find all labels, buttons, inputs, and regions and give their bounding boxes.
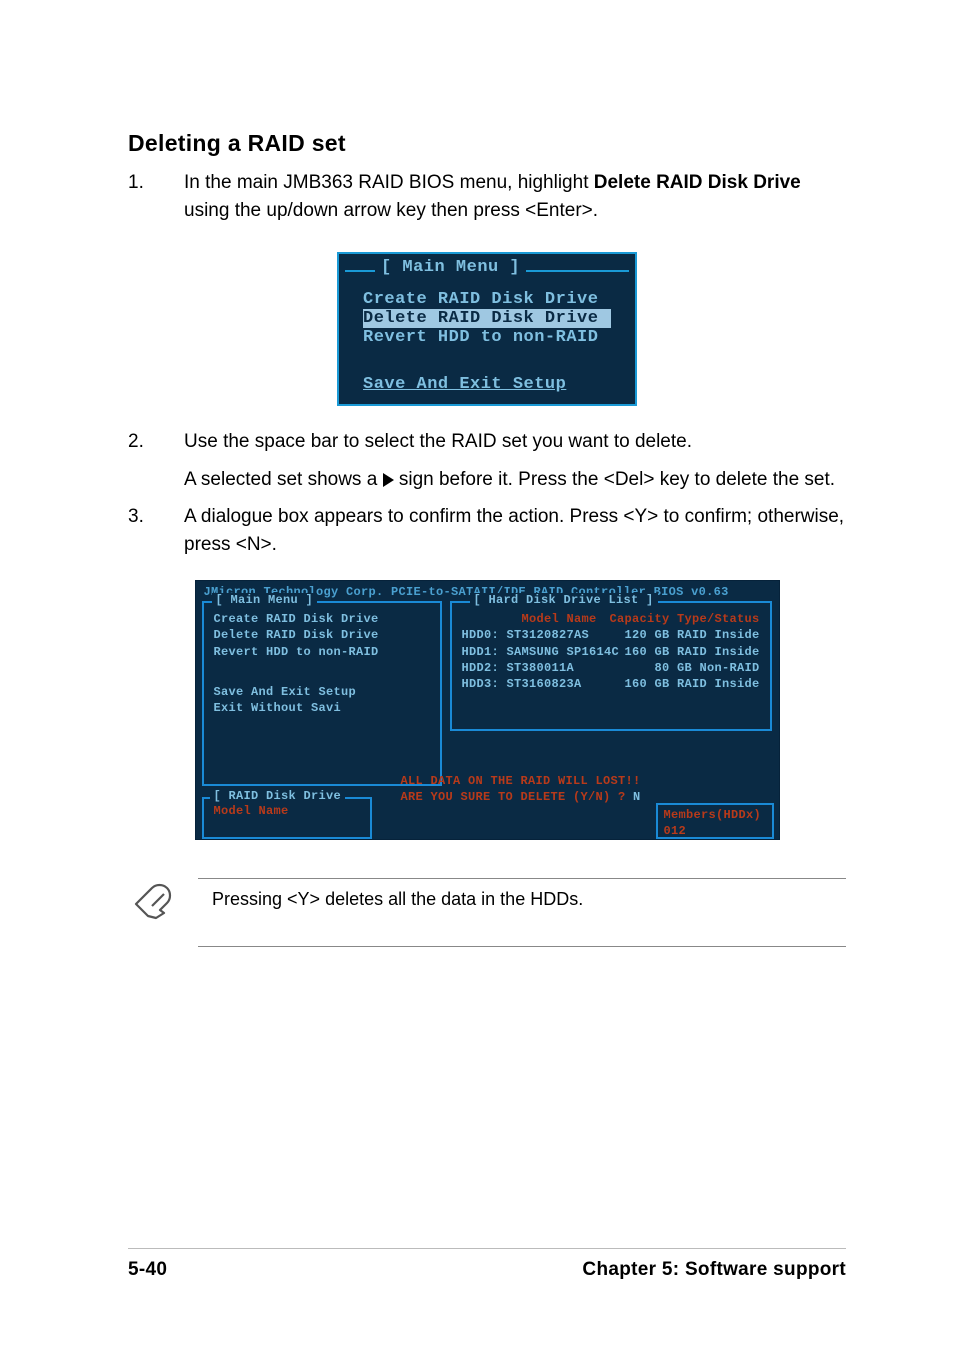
menu-item: Revert HDD to non-RAID xyxy=(363,328,611,347)
divider xyxy=(198,878,846,879)
menu-item-highlighted: Delete RAID Disk Drive xyxy=(363,309,611,328)
step-body: In the main JMB363 RAID BIOS menu, highl… xyxy=(184,169,846,224)
step-text-part: In the main JMB363 RAID BIOS menu, highl… xyxy=(184,172,594,193)
note-block: Pressing <Y> deletes all the data in the… xyxy=(128,878,846,957)
bios-delete-confirmation-screenshot: JMicron Technology Corp. PCIE-to-SATAII/… xyxy=(195,580,780,840)
main-menu-items: Create RAID Disk Drive Delete RAID Disk … xyxy=(204,603,440,724)
bios-main-menu-screenshot: [ Main Menu ] Create RAID Disk Drive Del… xyxy=(337,252,637,406)
hdd-name: HDD2: ST380011A xyxy=(462,660,575,676)
raid-drive-sub: Model Name xyxy=(204,799,370,827)
screenshot-1-wrap: [ Main Menu ] Create RAID Disk Drive Del… xyxy=(128,252,846,406)
prompt-answer: N xyxy=(633,790,641,804)
step-subtext-post: sign before it. Press the <Del> key to d… xyxy=(394,469,835,490)
hdd-cap: 120 GB RAID Inside xyxy=(624,627,759,643)
step-number: 3. xyxy=(128,503,184,558)
page-footer: 5-40 Chapter 5: Software support xyxy=(128,1248,846,1281)
note-text: Pressing <Y> deletes all the data in the… xyxy=(198,889,846,910)
divider xyxy=(198,946,846,947)
members-sub: 012 xyxy=(664,823,766,839)
step-text-part: using the up/down arrow key then press <… xyxy=(184,200,598,221)
hdd-list: Model Name Capacity Type/Status HDD0: ST… xyxy=(452,603,770,700)
main-menu-title: [ Main Menu ] xyxy=(375,258,526,277)
menu-item: Revert HDD to non-RAID xyxy=(214,644,430,660)
step-subtext: A selected set shows a sign before it. P… xyxy=(184,466,846,494)
menu-footer-item: Save And Exit Setup xyxy=(345,371,629,398)
delete-prompt: ALL DATA ON THE RAID WILL LOST!! ARE YOU… xyxy=(401,773,641,805)
hdd-name: HDD0: ST3120827AS xyxy=(462,627,590,643)
page-number: 5-40 xyxy=(128,1259,167,1281)
menu-item: Save And Exit Setup xyxy=(214,684,430,700)
members-label: Members(HDDx) xyxy=(664,807,766,823)
hdd-list-label: [ Hard Disk Drive List ] xyxy=(470,593,658,607)
hdd-cap: 160 GB RAID Inside xyxy=(624,676,759,692)
menu-item: Exit Without Savi xyxy=(214,700,430,716)
raid-drive-label: [ RAID Disk Drive xyxy=(210,789,346,803)
section-heading: Deleting a RAID set xyxy=(128,130,846,157)
step-text: Use the space bar to select the RAID set… xyxy=(184,431,692,452)
hdd-name: HDD1: SAMSUNG SP1614C xyxy=(462,644,620,660)
note-icon xyxy=(130,878,180,924)
hdd-col-header: Capacity Type/Status xyxy=(609,611,759,627)
instruction-list: 1. In the main JMB363 RAID BIOS menu, hi… xyxy=(128,169,846,234)
step-subtext-pre: A selected set shows a xyxy=(184,469,383,490)
menu-item: Create RAID Disk Drive xyxy=(214,611,430,627)
prompt-line: ALL DATA ON THE RAID WILL LOST!! xyxy=(401,773,641,789)
step-body: Use the space bar to select the RAID set… xyxy=(184,428,846,493)
prompt-line: ARE YOU SURE TO DELETE (Y/N) ? xyxy=(401,790,634,804)
main-menu-label: [ Main Menu ] xyxy=(212,593,318,607)
step-text: A dialogue box appears to confirm the ac… xyxy=(184,506,844,555)
chapter-title: Chapter 5: Software support xyxy=(582,1259,846,1281)
menu-item: Delete RAID Disk Drive xyxy=(214,627,430,643)
step-3: 3. A dialogue box appears to confirm the… xyxy=(128,503,846,558)
step-number: 2. xyxy=(128,428,184,493)
hdd-cap: 160 GB RAID Inside xyxy=(624,644,759,660)
step-text-bold: Delete RAID Disk Drive xyxy=(594,172,801,193)
step-body: A dialogue box appears to confirm the ac… xyxy=(184,503,846,558)
screenshot-2-wrap: JMicron Technology Corp. PCIE-to-SATAII/… xyxy=(128,580,846,840)
step-1: 1. In the main JMB363 RAID BIOS menu, hi… xyxy=(128,169,846,224)
menu-item: Create RAID Disk Drive xyxy=(363,290,611,309)
hdd-name: HDD3: ST3160823A xyxy=(462,676,582,692)
hdd-cap: 80 GB Non-RAID xyxy=(654,660,759,676)
triangle-icon xyxy=(383,473,394,487)
step-2: 2. Use the space bar to select the RAID … xyxy=(128,428,846,493)
step-number: 1. xyxy=(128,169,184,224)
hdd-col-header: Model Name xyxy=(522,611,597,627)
instruction-list-cont: 2. Use the space bar to select the RAID … xyxy=(128,428,846,568)
